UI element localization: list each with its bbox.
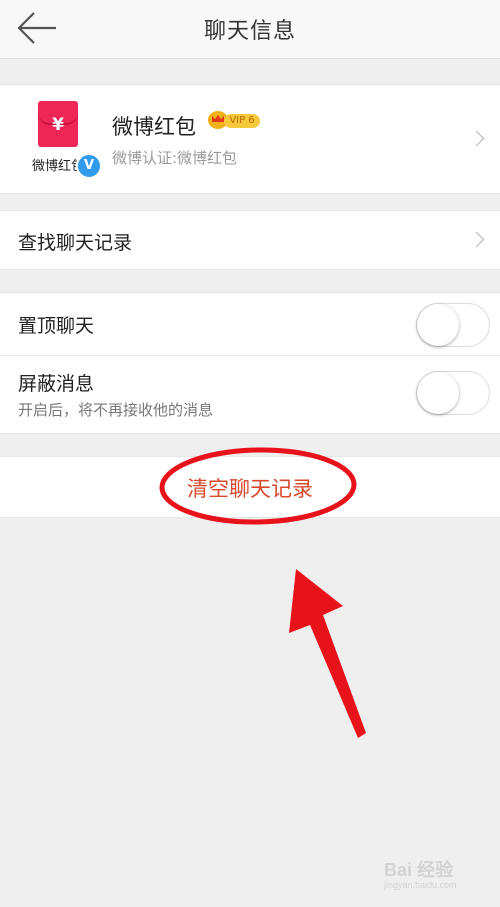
profile-card[interactable]: ¥ 微博红包 V 微博红包 VIP 6 微博认证:微博红包 — [0, 84, 500, 194]
mute-messages-toggle[interactable] — [416, 371, 490, 415]
verified-badge-icon: V — [76, 153, 102, 179]
vip-badge: VIP 6 — [208, 111, 260, 131]
chevron-right-icon — [468, 130, 485, 147]
clear-chat-history-button[interactable]: 清空聊天记录 — [0, 473, 500, 503]
mute-messages-description: 开启后，将不再接收他的消息 — [18, 401, 214, 419]
vip-level: VIP 6 — [224, 114, 260, 128]
divider — [0, 355, 500, 356]
profile-name: 微博红包 — [112, 115, 196, 139]
pin-chat-label: 置顶聊天 — [18, 315, 95, 337]
top-bar: 聊天信息 — [0, 0, 500, 59]
red-envelope-icon: ¥ — [38, 101, 78, 147]
avatar[interactable]: ¥ 微博红包 V — [24, 101, 104, 181]
search-chat-history-row[interactable]: 查找聊天记录 — [0, 210, 500, 270]
pin-chat-toggle[interactable] — [416, 303, 490, 347]
red-arrow-icon — [289, 569, 366, 738]
toggle-knob — [417, 304, 459, 346]
watermark: Bai 经验 jingyan.baidu.com — [384, 860, 457, 890]
certification-text: 微博认证:微博红包 — [112, 149, 238, 167]
settings-group: 置顶聊天 屏蔽消息 开启后，将不再接收他的消息 — [0, 292, 500, 434]
mute-messages-label: 屏蔽消息 — [18, 373, 95, 395]
toggle-knob — [417, 372, 459, 414]
page-title: 聊天信息 — [203, 19, 296, 44]
clear-chat-history-row[interactable]: 清空聊天记录 — [0, 456, 500, 518]
chevron-right-icon — [468, 231, 485, 248]
search-chat-history-label: 查找聊天记录 — [18, 232, 133, 254]
